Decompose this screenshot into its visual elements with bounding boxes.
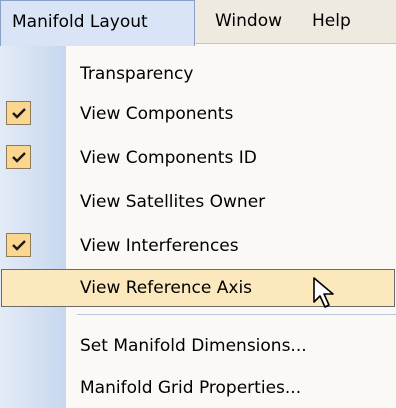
- menu-item-transparency[interactable]: Transparency: [0, 54, 396, 94]
- menu-bar: Manifold Layout Window Help: [0, 0, 396, 46]
- checkmark-icon: [6, 101, 31, 125]
- menu-item-label: Transparency: [80, 64, 194, 84]
- menu-item-label: View Components: [80, 104, 234, 124]
- menubar-item-window[interactable]: Window: [207, 0, 290, 44]
- app-root: Manifold Layout Window Help Transparency…: [0, 0, 396, 408]
- menu-item-label: View Satellites Owner: [80, 192, 266, 212]
- menu-item-set-manifold-dimensions[interactable]: Set Manifold Dimensions...: [0, 326, 396, 366]
- menu-item-label: Set Manifold Dimensions...: [80, 336, 307, 356]
- menu-item-view-satellites-owner[interactable]: View Satellites Owner: [0, 182, 396, 222]
- checkmark-icon: [6, 233, 31, 257]
- menu-separator: [77, 314, 396, 315]
- menu-item-label: View Reference Axis: [80, 278, 253, 298]
- menu-item-view-components[interactable]: View Components: [0, 94, 396, 134]
- menu-item-manifold-grid-properties[interactable]: Manifold Grid Properties...: [0, 368, 396, 408]
- menu-item-label: Manifold Grid Properties...: [80, 378, 302, 398]
- menubar-item-help[interactable]: Help: [304, 0, 359, 44]
- menu-item-label: View Components ID: [80, 148, 257, 168]
- checkmark-icon: [6, 145, 31, 169]
- manifold-layout-dropdown: Transparency View Components View Compon…: [0, 44, 396, 408]
- menu-item-label: View Interferences: [80, 236, 239, 256]
- menu-item-view-interferences[interactable]: View Interferences: [0, 226, 396, 266]
- menu-item-view-components-id[interactable]: View Components ID: [0, 138, 396, 178]
- menubar-item-manifold-layout[interactable]: Manifold Layout: [0, 0, 195, 46]
- mouse-pointer-icon: [312, 276, 338, 315]
